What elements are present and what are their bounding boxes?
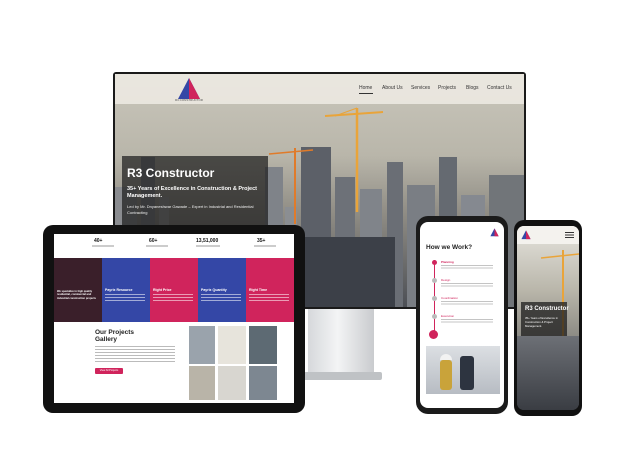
stat-value: 13,51,000 [196, 238, 219, 244]
how-we-work-title: How we Work? [426, 244, 473, 251]
hero-subtitle: 35+ Years of Excellence in Construction … [525, 316, 558, 328]
stat-value: 40+ [94, 238, 103, 244]
phone-device: R3 Constructor 35+ Years of Excellence i… [514, 220, 582, 416]
crane-graphic [324, 107, 384, 212]
nav-services[interactable]: Services [411, 85, 430, 91]
stats-bar: 40+ 60+ 13,51,000 35+ [54, 234, 294, 256]
nav-active-underline [359, 93, 373, 94]
step-text [441, 319, 493, 323]
tile-label: Payrix Resource [105, 288, 133, 292]
tile-text [105, 294, 145, 302]
hamburger-menu-icon[interactable] [565, 232, 574, 238]
nav-contact-us[interactable]: Contact Us [487, 85, 512, 91]
hero-title: R3 Constructor [525, 306, 569, 312]
next-step-button[interactable] [429, 330, 438, 339]
mobile-navbar [517, 226, 579, 244]
stat-label [254, 245, 276, 247]
nav-blogs[interactable]: Blogs [466, 85, 479, 91]
engineers-photo [426, 346, 500, 394]
tablet-screen: 40+ 60+ 13,51,000 35+ We specialize in h… [54, 234, 294, 403]
worker-figure [440, 360, 452, 390]
step-label: Coordination [441, 296, 459, 300]
timeline-dot [432, 314, 437, 319]
step-label: Execution [441, 314, 455, 318]
feature-tile[interactable]: Right Price [150, 258, 198, 322]
nav-projects[interactable]: Projects [438, 85, 456, 91]
view-projects-button[interactable]: View All Projects [95, 368, 123, 374]
gallery-image[interactable] [249, 366, 277, 400]
feature-tile[interactable]: Right Time [246, 258, 294, 322]
gallery-image[interactable] [189, 326, 215, 364]
r3-logo-icon [490, 228, 499, 237]
crane-graphic [268, 148, 314, 224]
stat-label [146, 245, 168, 247]
worker-figure [460, 356, 474, 390]
stat-value: 35+ [257, 238, 266, 244]
gallery-image[interactable] [249, 326, 277, 364]
phone-screen: R3 Constructor 35+ Years of Excellence i… [517, 226, 579, 410]
hero-led-by: Led by Mr. Dnyaneshwar Gawade – Expert i… [127, 204, 254, 215]
tablet-device: 40+ 60+ 13,51,000 35+ We specialize in h… [43, 225, 305, 413]
tile-label: Right Time [249, 288, 268, 292]
gallery-image[interactable] [218, 326, 246, 364]
feature-tile[interactable]: Payrix Quantity [198, 258, 246, 322]
city-skyline [517, 336, 579, 410]
tile-text [201, 294, 241, 302]
tile-text [249, 294, 289, 302]
r3-logo-icon [521, 230, 531, 240]
nav-home[interactable]: Home [359, 85, 372, 91]
tile-text [153, 294, 193, 302]
desktop-navbar: R3 CONSTRUCTOR Home About Us Services Pr… [115, 74, 524, 104]
step-label: Design [441, 278, 451, 282]
stat-value: 60+ [149, 238, 158, 244]
monitor-stand-base [300, 372, 382, 380]
phone-device: How we Work? Planning Design Coordinatio… [416, 216, 508, 414]
stat-label [92, 245, 114, 247]
stat-label [196, 245, 220, 247]
nav-about-us[interactable]: About Us [382, 85, 403, 91]
timeline-dot [432, 278, 437, 283]
hardhat-icon [440, 354, 452, 360]
feature-tiles: We specialize in high quality residentia… [54, 258, 294, 322]
timeline-dot [432, 260, 437, 265]
tile-label: We specialize in high quality residentia… [57, 290, 96, 300]
tile-label: Payrix Quantity [201, 288, 227, 292]
gallery-image[interactable] [218, 366, 246, 400]
gallery-title: Our Projects Gallery [95, 329, 135, 343]
phone-screen: How we Work? Planning Design Coordinatio… [420, 222, 504, 408]
gallery-description [95, 346, 175, 364]
gallery-image[interactable] [189, 366, 215, 400]
timeline-dot [432, 296, 437, 301]
hero-title: R3 Constructor [127, 166, 215, 180]
step-text [441, 265, 493, 269]
step-text [441, 301, 493, 305]
step-label: Planning [441, 260, 454, 264]
logo-text: R3 CONSTRUCTOR [175, 98, 203, 102]
step-text [441, 283, 493, 287]
monitor-stand [308, 309, 374, 379]
feature-tile[interactable]: Payrix Resource [102, 258, 150, 322]
hero-subtitle: 35+ Years of Excellence in Construction … [127, 186, 257, 199]
feature-tile[interactable]: We specialize in high quality residentia… [54, 258, 102, 322]
tile-label: Right Price [153, 288, 172, 292]
